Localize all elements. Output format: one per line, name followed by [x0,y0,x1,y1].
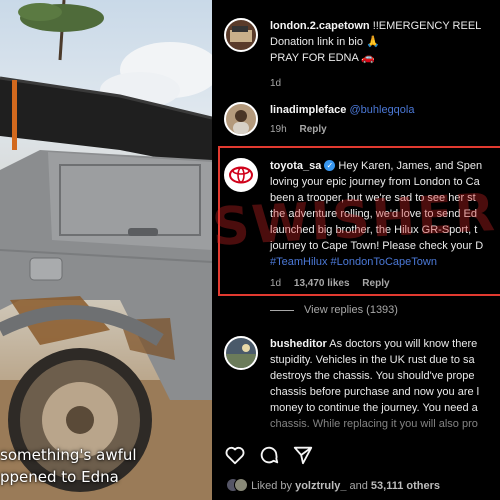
comment-text-line: stupidity. Vehicles in the UK rust due t… [270,354,475,366]
username[interactable]: toyota_sa [270,160,321,172]
avatar[interactable] [224,336,258,370]
liked-by-count[interactable]: 53,111 others [371,480,440,492]
avatar[interactable] [224,158,258,192]
share-icon[interactable] [292,444,314,466]
liked-by-middle: and [346,480,371,492]
comment-icon[interactable] [258,444,280,466]
comment-text-line: loving your epic journey from London to … [270,176,480,188]
username[interactable]: london.2.capetown [270,20,370,32]
mention-link[interactable]: @buhlegqola [349,104,414,116]
heart-icon[interactable] [224,444,246,466]
comment-timestamp: 19h [270,124,287,135]
liked-by-prefix: Liked by [251,480,296,492]
comment-text-line: Donation link in bio 🙏 [270,36,380,48]
comment-text-line: As doctors you will know there [329,338,478,350]
liked-by-user[interactable]: yolztruly_ [295,480,346,492]
comment-timestamp: 1d [270,278,282,289]
toyota-logo-icon [229,166,253,184]
username[interactable]: busheditor [270,338,327,350]
hashtag-links[interactable]: #TeamHilux #LondonToCapeTown [270,254,500,270]
view-replies-button[interactable]: View replies (1393) [270,304,398,316]
comment-text-line: !!EMERGENCY REEL [372,20,482,32]
vehicle-photo: something's awful ppened to Edna [0,0,212,500]
comment-likes[interactable]: 13,470 likes [294,278,350,289]
avatar-vehicle-icon [230,26,252,42]
verified-badge-icon: ✓ [324,160,336,171]
reply-button[interactable]: Reply [362,278,389,289]
vehicle-illustration [0,0,212,500]
liked-by[interactable]: Liked by yolztruly_ and 53,111 others [226,478,440,492]
comments-panel: london.2.capetown !!EMERGENCY REEL Donat… [212,0,500,500]
comment-text-line: the adventure rolling, we'd love to send… [270,208,477,220]
reply-button[interactable]: Reply [299,124,326,135]
action-bar [224,444,314,466]
comment-text-line: chassis before purchase and now you are … [270,386,480,398]
comment-text-line: journey to Cape Town! Please check your … [270,240,484,252]
video-caption: something's awful ppened to Edna [0,444,212,488]
username[interactable]: linadimpleface [270,104,346,116]
comment-text-line: Hey Karen, James, and Spen [338,160,483,172]
comment-text-line: been a trooper, but we're sad to see her… [270,192,476,204]
comment-text-line: chassis. While replacing it you will als… [270,418,478,430]
comment-text-line: launched big brother, the Hilux GR-Sport… [270,224,478,236]
avatar-person-icon [233,110,249,134]
avatar-landscape-icon [226,344,256,368]
avatar[interactable] [224,102,258,136]
comment-text-line: PRAY FOR EDNA 🚗 [270,52,375,64]
avatar[interactable] [224,18,258,52]
comment-text-line: money to continue the journey. You need … [270,402,478,414]
caption-line-2: ppened to Edna [0,468,119,486]
caption-line-1: something's awful [0,446,137,464]
liker-avatar [234,478,248,492]
comment-text-line: destroys the chassis. You should've prop… [270,370,475,382]
comment-timestamp: 1d [270,78,282,89]
